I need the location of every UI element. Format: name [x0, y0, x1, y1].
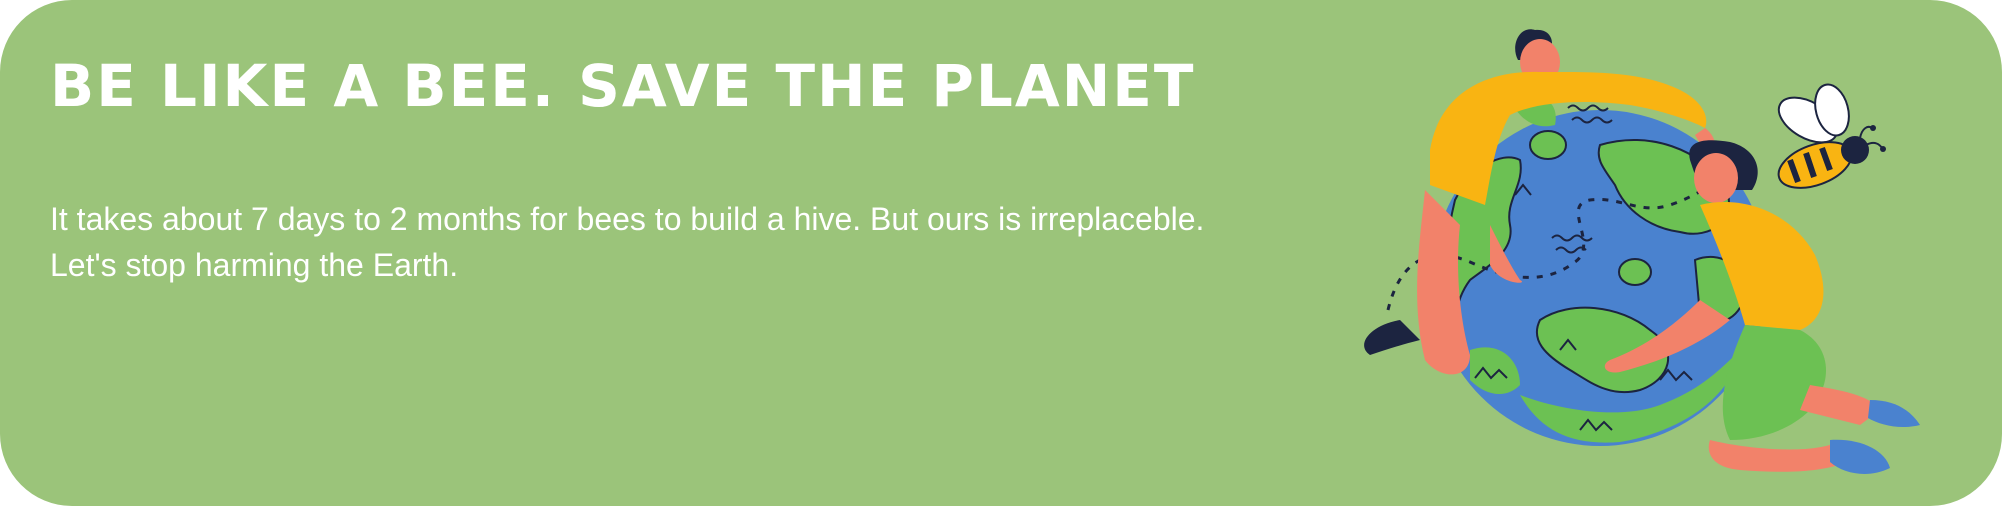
banner: BE LIKE A BEE. SAVE THE PLANET It takes … [0, 0, 2002, 506]
body-line: Let's stop harming the Earth. [50, 247, 459, 283]
earth-hug-illustration [1364, 29, 1920, 474]
body-line: It takes about 7 days to 2 months for be… [50, 201, 1205, 237]
banner-body: It takes about 7 days to 2 months for be… [50, 196, 1350, 288]
bee-icon [1777, 83, 1886, 189]
banner-title: BE LIKE A BEE. SAVE THE PLANET [50, 52, 1196, 120]
